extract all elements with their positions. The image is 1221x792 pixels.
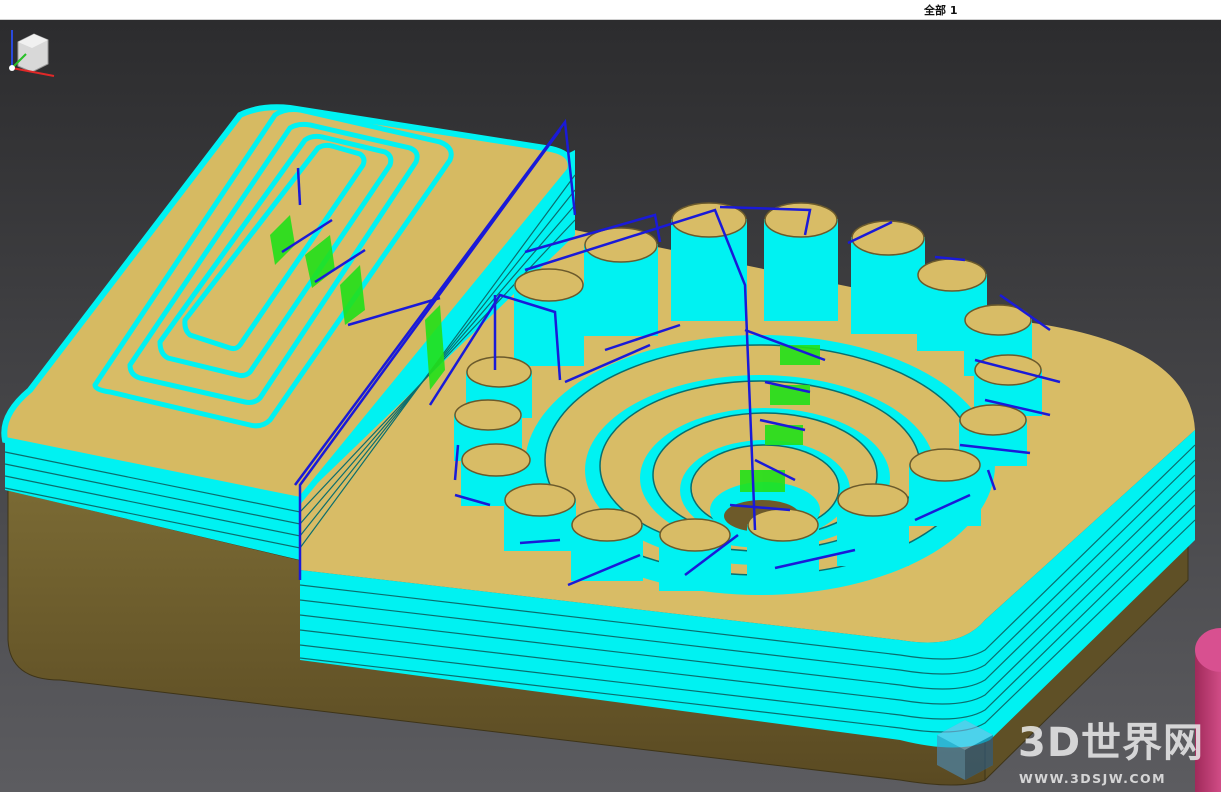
cad-3d-viewport[interactable]: 3D世界网 WWW.3DSJW.COM	[0, 20, 1221, 792]
view-orientation-triad-icon[interactable]	[0, 20, 70, 82]
top-bar: 全部 1	[0, 0, 1221, 20]
model-scene	[0, 20, 1221, 792]
watermark-title: 3D世界网	[1018, 720, 1205, 766]
watermark-url: WWW.3DSJW.COM	[1019, 771, 1167, 786]
toolpath-count-label: 全部 1	[924, 4, 958, 17]
